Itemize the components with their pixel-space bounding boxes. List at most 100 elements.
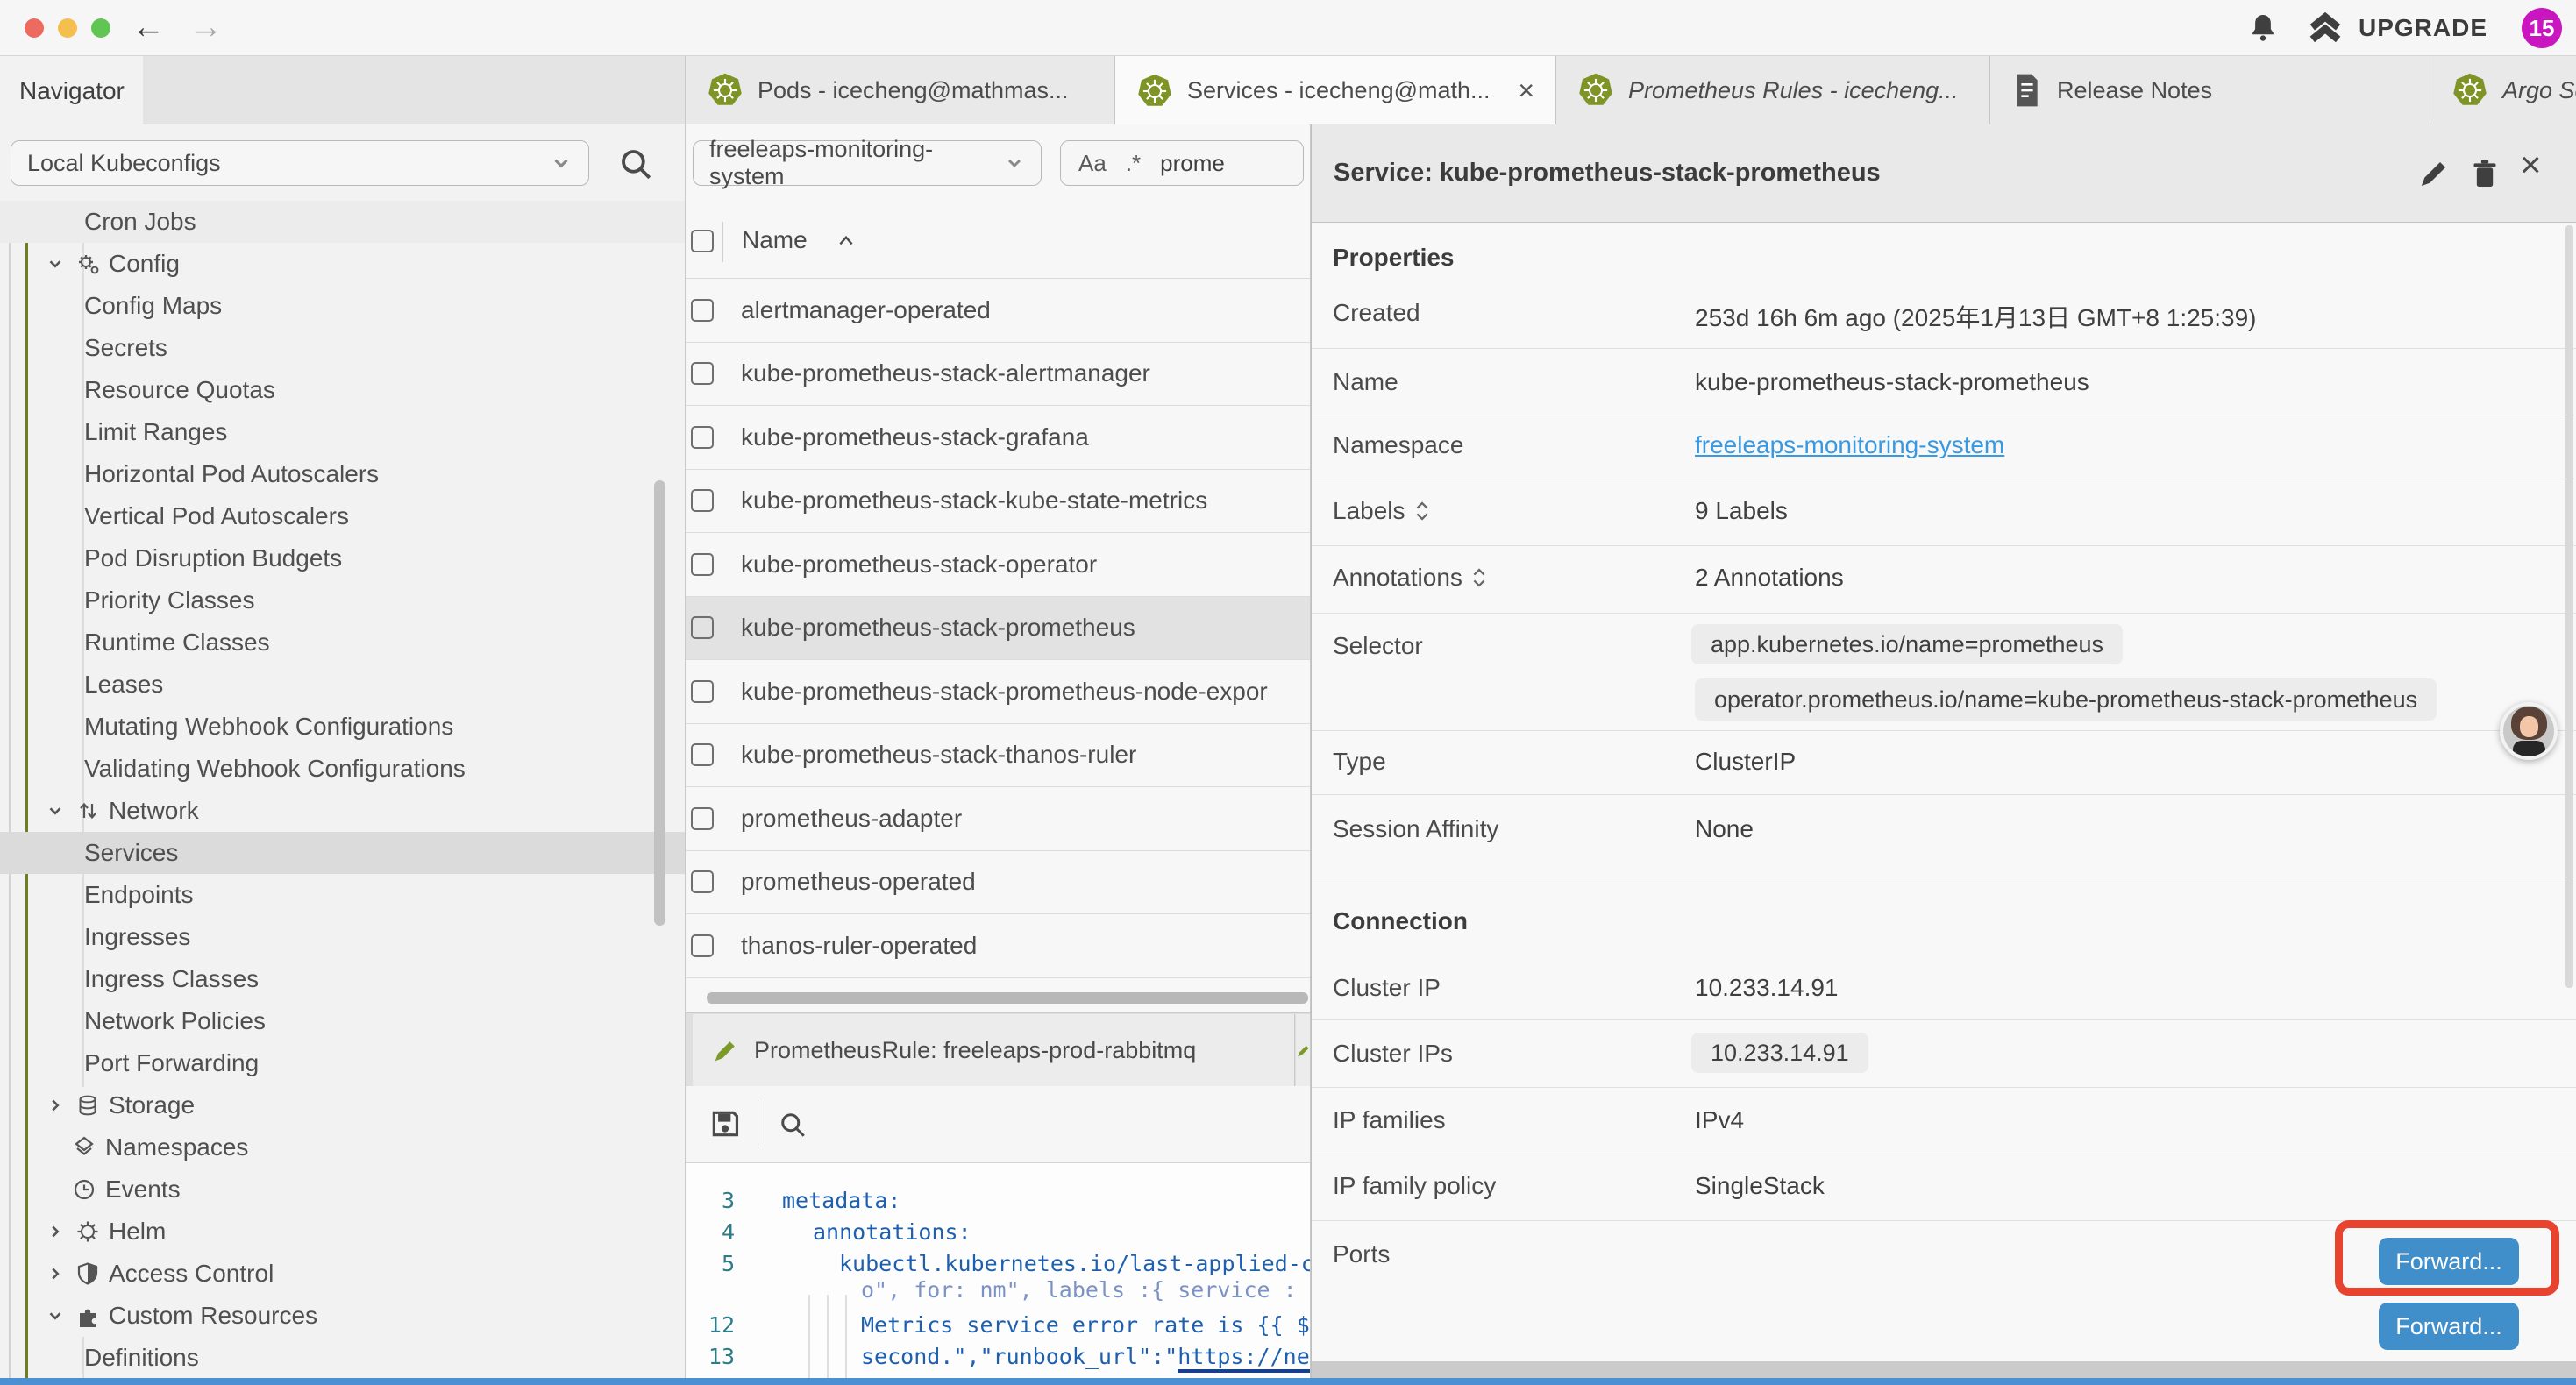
sidebar-item-validating-webhook-configurations[interactable]: Validating Webhook Configurations [0,748,686,790]
editor-tab-prometheusrule[interactable]: PrometheusRule: freeleaps-prod-rabbitmq [693,1014,1295,1087]
close-window-button[interactable] [25,18,44,38]
bell-icon[interactable] [2246,11,2280,45]
sidebar-item-access-control[interactable]: Access Control [0,1253,686,1295]
search-input[interactable]: Aa .* prome [1060,140,1304,186]
navigator-tab[interactable]: Navigator [0,56,143,125]
kubeconfig-select[interactable]: Local Kubeconfigs [11,140,589,186]
delete-icon[interactable] [2467,156,2502,191]
sidebar-item-endpoints[interactable]: Endpoints [0,874,686,916]
row-checkbox[interactable] [691,426,714,449]
save-icon[interactable] [708,1107,742,1140]
details-scrollbar[interactable] [2565,225,2573,988]
sidebar-item-namespaces[interactable]: Namespaces [0,1126,686,1168]
row-checkbox[interactable] [691,362,714,385]
sidebar-item-cron-jobs[interactable]: Cron Jobs [0,201,686,243]
sidebar-item-network[interactable]: Network [0,790,686,832]
runbook-url-link[interactable]: https://net [1178,1344,1311,1373]
sidebar-item-storage[interactable]: Storage [0,1084,686,1126]
sidebar-scrollbar[interactable] [654,480,665,926]
table-row[interactable]: kube-prometheus-stack-prometheus-node-ex… [686,660,1311,724]
row-checkbox[interactable] [691,553,714,576]
namespace-link[interactable]: freeleaps-monitoring-system [1695,431,2004,459]
search-icon[interactable] [617,146,654,182]
chevron-down-icon[interactable] [44,254,67,273]
table-row[interactable]: kube-prometheus-stack-kube-state-metrics [686,470,1311,534]
row-checkbox[interactable] [691,299,714,322]
forward-button-8080[interactable]: Forward... [2379,1303,2519,1350]
sidebar-item-priority-classes[interactable]: Priority Classes [0,579,686,621]
sidebar-item-config-maps[interactable]: Config Maps [0,285,686,327]
row-checkbox[interactable] [691,870,714,893]
user-avatar[interactable] [2500,702,2558,760]
table-row[interactable]: prometheus-adapter [686,787,1311,851]
column-name[interactable]: Name [742,226,808,254]
sidebar-item-leases[interactable]: Leases [0,664,686,706]
chevron-down-icon[interactable] [44,1306,67,1325]
sidebar-item-ingresses[interactable]: Ingresses [0,916,686,958]
table-row-selected[interactable]: kube-prometheus-stack-prometheus [686,597,1311,661]
row-checkbox[interactable] [691,616,714,639]
row-checkbox[interactable] [691,489,714,512]
document-icon [2011,73,2043,108]
yaml-editor[interactable]: 3 metadata: 4 annotations: 5 kubectl.kub… [686,1163,1311,1385]
sidebar-item-horizontal-pod-autoscalers[interactable]: Horizontal Pod Autoscalers [0,453,686,495]
sidebar-item-definitions[interactable]: Definitions [0,1337,686,1379]
tab-services[interactable]: Services - icecheng@math... × [1115,56,1556,125]
chevron-down-icon[interactable] [44,801,67,820]
maximize-window-button[interactable] [91,18,110,38]
sidebar-item-helm[interactable]: Helm [0,1211,686,1253]
sidebar-item-config[interactable]: Config [0,243,686,285]
expand-toggle-icon[interactable] [1414,500,1430,522]
sidebar-item-vertical-pod-autoscalers[interactable]: Vertical Pod Autoscalers [0,495,686,537]
table-row[interactable]: kube-prometheus-stack-operator [686,533,1311,597]
table-row[interactable]: thanos-ruler-operated [686,914,1311,978]
select-all-checkbox[interactable] [691,230,714,252]
kubernetes-icon [1136,73,1173,110]
expand-toggle-icon[interactable] [1471,566,1487,589]
chevron-right-icon[interactable] [44,1264,67,1283]
row-checkbox[interactable] [691,743,714,766]
sidebar-item-port-forwarding[interactable]: Port Forwarding [0,1042,686,1084]
editor-search-icon[interactable] [777,1109,808,1140]
upgrade-label[interactable]: UPGRADE [2359,14,2487,42]
chevron-right-icon[interactable] [44,1222,67,1241]
tab-argo[interactable]: Argo Se [2430,56,2576,124]
regex-toggle[interactable]: .* [1126,150,1141,177]
sidebar-item-custom-resources[interactable]: Custom Resources [0,1295,686,1337]
notification-badge[interactable]: 15 [2522,8,2562,48]
horizontal-scrollbar[interactable] [707,992,1308,1004]
sort-ascending-icon[interactable] [836,233,856,247]
sidebar-item-network-policies[interactable]: Network Policies [0,1000,686,1042]
table-row[interactable]: kube-prometheus-stack-thanos-ruler [686,724,1311,788]
sidebar-item-limit-ranges[interactable]: Limit Ranges [0,411,686,453]
sidebar-item-events[interactable]: Events [0,1168,686,1211]
close-tab-icon[interactable]: × [1505,75,1534,107]
row-checkbox[interactable] [691,680,714,703]
minimize-window-button[interactable] [58,18,77,38]
table-row[interactable]: alertmanager-operated [686,279,1311,343]
tab-prometheus-rules[interactable]: Prometheus Rules - icecheng... [1556,56,1990,124]
sidebar-item-secrets[interactable]: Secrets [0,327,686,369]
table-row[interactable]: prometheus-operated [686,851,1311,915]
table-row[interactable]: kube-prometheus-stack-alertmanager [686,343,1311,407]
table-row[interactable]: kube-prometheus-stack-grafana [686,406,1311,470]
tab-pods[interactable]: Pods - icecheng@mathmas... [686,56,1115,124]
match-case-toggle[interactable]: Aa [1078,150,1107,177]
chevron-right-icon[interactable] [44,1096,67,1115]
tab-release-notes[interactable]: Release Notes [1990,56,2430,124]
editor-tab-partial[interactable] [1296,1014,1311,1087]
sidebar-item-pod-disruption-budgets[interactable]: Pod Disruption Budgets [0,537,686,579]
namespace-filter-select[interactable]: freeleaps-monitoring-system [693,140,1042,186]
sidebar-item-resource-quotas[interactable]: Resource Quotas [0,369,686,411]
upgrade-chevrons-icon[interactable] [2306,10,2345,48]
row-checkbox[interactable] [691,934,714,957]
sidebar-item-runtime-classes[interactable]: Runtime Classes [0,621,686,664]
forward-button[interactable]: → [189,7,223,47]
back-button[interactable]: ← [132,7,165,47]
edit-icon[interactable] [2416,156,2451,191]
sidebar-item-ingress-classes[interactable]: Ingress Classes [0,958,686,1000]
row-checkbox[interactable] [691,807,714,830]
close-icon[interactable]: × [2520,144,2542,186]
sidebar-item-mutating-webhook-configurations[interactable]: Mutating Webhook Configurations [0,706,686,748]
sidebar-item-services[interactable]: Services [0,832,686,874]
